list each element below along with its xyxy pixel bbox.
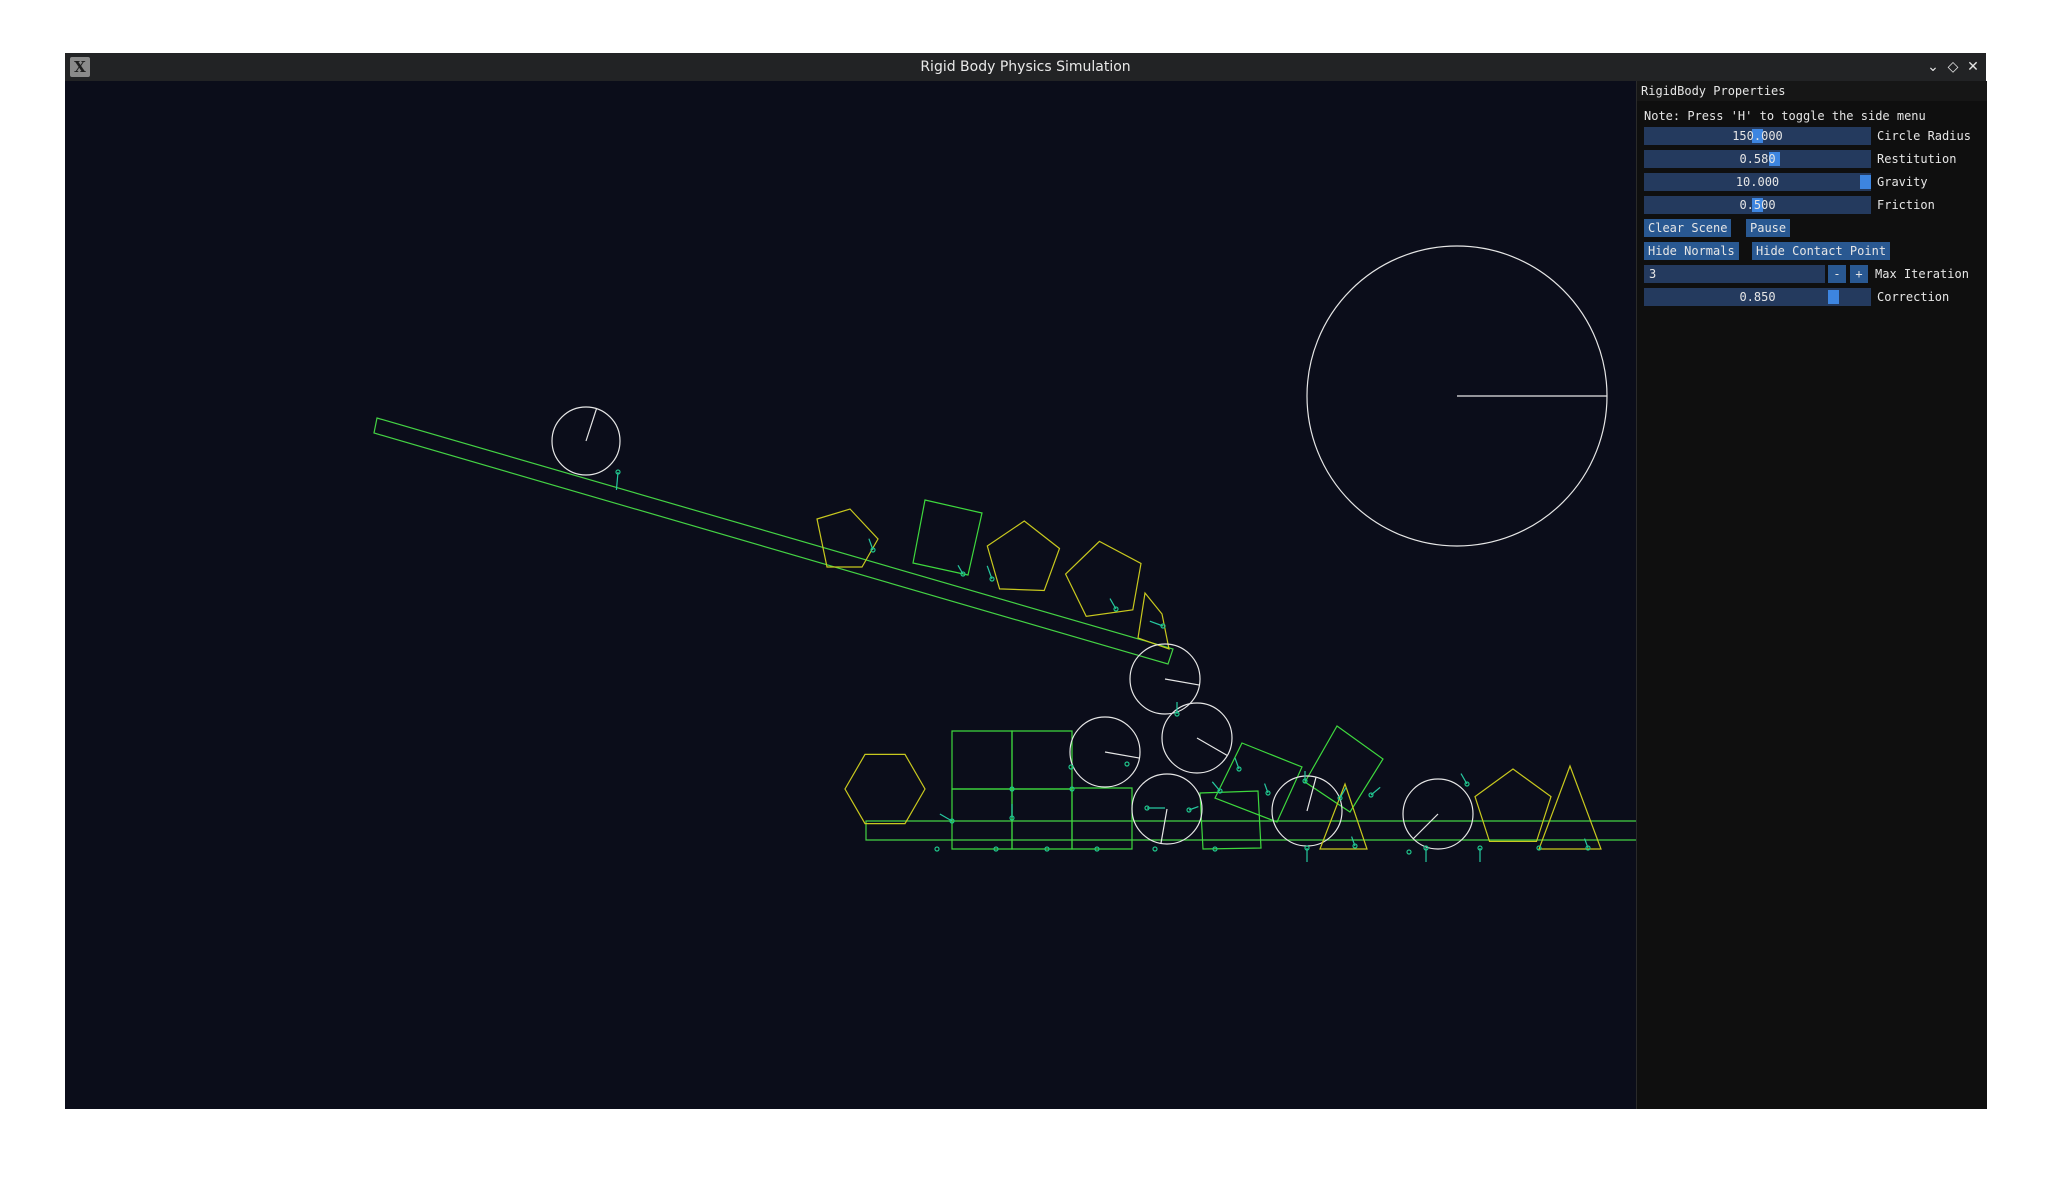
contact-point <box>1406 849 1412 855</box>
contact-point <box>1152 846 1158 852</box>
max-iteration-label: Max Iteration <box>1875 267 1969 281</box>
visibility-buttons-row: Hide Normals Hide Contact Point <box>1644 242 1984 260</box>
scene-buttons-row: Clear Scene Pause <box>1644 219 1984 237</box>
pause-button[interactable]: Pause <box>1746 219 1791 237</box>
hide-normals-button[interactable]: Hide Normals <box>1644 242 1739 260</box>
pentagon-body <box>986 520 1061 592</box>
contact-point <box>1068 764 1074 770</box>
friction-slider[interactable]: 0.500 <box>1644 196 1871 214</box>
contact-normal <box>615 471 619 490</box>
gravity-slider[interactable]: 10.000 <box>1644 173 1871 191</box>
decrement-button[interactable]: - <box>1828 265 1846 283</box>
slider-value: 0.580 <box>1739 152 1776 166</box>
side-menu: RigidBody Properties Note: Press 'H' to … <box>1636 81 1987 1109</box>
panel-title: RigidBody Properties <box>1637 81 1987 101</box>
close-icon[interactable]: ✕ <box>1963 57 1983 77</box>
circle-orientation-line <box>1160 808 1168 844</box>
box-body <box>1011 730 1073 790</box>
circle-orientation-line <box>1306 777 1317 812</box>
circle-orientation-line <box>1196 737 1228 757</box>
increment-button[interactable]: + <box>1850 265 1868 283</box>
restitution-slider[interactable]: 0.580 <box>1644 150 1871 168</box>
pentagon-body <box>1474 768 1552 843</box>
contact-point <box>934 846 940 852</box>
circle-orientation-line <box>1164 678 1200 686</box>
max-iteration-input[interactable]: 3 <box>1644 265 1825 283</box>
slider-value: 0.850 <box>1739 290 1776 304</box>
app-window: X Rigid Body Physics Simulation ⌄ ◇ ✕ Ri… <box>65 53 1987 1109</box>
inclined-static-body <box>373 417 1174 665</box>
triangle-body <box>1538 764 1602 850</box>
help-note: Note: Press 'H' to toggle the side menu <box>1644 109 1926 123</box>
correction-label: Correction <box>1877 290 1950 304</box>
title-bar[interactable]: X Rigid Body Physics Simulation ⌄ ◇ ✕ <box>65 53 1986 81</box>
slider-label: Friction <box>1877 198 1935 212</box>
box-body <box>912 499 983 576</box>
slider-value: 150.000 <box>1732 129 1783 143</box>
slider-label: Gravity <box>1877 175 1928 189</box>
circle-radius-slider[interactable]: 150.000 <box>1644 127 1871 145</box>
circle-orientation-line <box>585 408 598 442</box>
pentagon-body <box>1064 540 1142 617</box>
window-title: Rigid Body Physics Simulation <box>920 59 1131 75</box>
slider-label: Restitution <box>1877 152 1957 166</box>
box-body <box>1304 725 1384 813</box>
maximize-diamond-icon[interactable]: ◇ <box>1943 57 1963 77</box>
box-body <box>951 730 1013 790</box>
correction-slider[interactable]: 0.850 <box>1644 288 1871 306</box>
max-iteration-row: 3 - + Max Iteration <box>1644 265 1984 283</box>
circle-orientation-line <box>1104 751 1140 759</box>
contact-point <box>1124 761 1130 767</box>
slider-value: 10.000 <box>1735 175 1780 189</box>
minimize-chevron-icon[interactable]: ⌄ <box>1923 57 1943 77</box>
clear-scene-button[interactable]: Clear Scene <box>1644 219 1732 237</box>
hexagon-body <box>844 753 926 825</box>
slider-value: 0.500 <box>1739 198 1776 212</box>
slider-label: Circle Radius <box>1877 129 1971 143</box>
circle-orientation-line <box>1412 813 1439 840</box>
pentagon-body <box>816 508 879 568</box>
simulation-canvas[interactable] <box>65 81 1636 1109</box>
hide-contact-point-button[interactable]: Hide Contact Point <box>1752 242 1891 260</box>
ground-static-body <box>865 820 1636 841</box>
